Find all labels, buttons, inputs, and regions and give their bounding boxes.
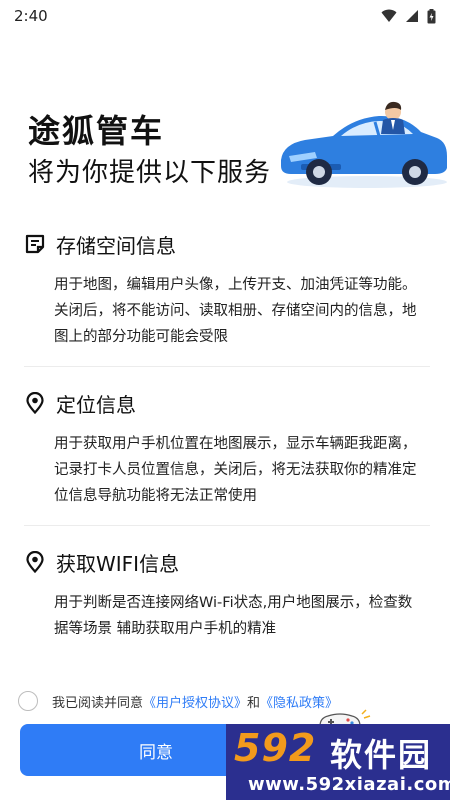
cellular-signal-icon bbox=[406, 10, 418, 22]
permission-storage: 存储空间信息 用于地图，编辑用户头像，上传开支、加油凭证等功能。关闭后，将不能访… bbox=[0, 222, 450, 350]
agreement-checkbox[interactable] bbox=[18, 691, 38, 711]
agreement-prefix: 我已阅读并同意 bbox=[52, 695, 144, 711]
hero-subtitle: 将为你提供以下服务 bbox=[28, 158, 272, 188]
section-description: 用于判断是否连接网络Wi-Fi状态,用户地图展示，检查数据等场景 辅助获取用户手… bbox=[54, 595, 413, 637]
hero-header: 途狐管车 将为你提供以下服务 bbox=[0, 90, 450, 200]
divider bbox=[24, 366, 430, 367]
permission-wifi: 获取WIFI信息 用于判断是否连接网络Wi-Fi状态,用户地图展示，检查数据等场… bbox=[0, 540, 450, 642]
battery-icon bbox=[427, 8, 436, 23]
site-watermark: 592 软件园 www.592xiazai.com bbox=[226, 724, 450, 800]
watermark-url: www.592xiazai.com bbox=[248, 774, 450, 795]
storage-icon bbox=[25, 234, 45, 254]
section-title: 存储空间信息 bbox=[56, 233, 176, 258]
section-description: 用于获取用户手机位置在地图展示，显示车辆距我距离，记录打卡人员位置信息，关闭后，… bbox=[54, 436, 417, 504]
car-driver-illustration bbox=[281, 101, 447, 188]
permissions-list[interactable]: 存储空间信息 用于地图，编辑用户头像，上传开支、加油凭证等功能。关闭后，将不能访… bbox=[0, 222, 450, 684]
status-time: 2:40 bbox=[14, 7, 48, 25]
section-title: 定位信息 bbox=[56, 392, 136, 417]
watermark-name: 软件园 bbox=[330, 736, 433, 774]
section-description: 用于地图，编辑用户头像，上传开支、加油凭证等功能。关闭后，将不能访问、读取相册、… bbox=[54, 277, 417, 345]
status-icons bbox=[381, 8, 436, 24]
app-title: 途狐管车 bbox=[28, 112, 165, 150]
agreement-and: 和 bbox=[247, 695, 261, 711]
permission-location: 定位信息 用于获取用户手机位置在地图展示，显示车辆距我距离，记录打卡人员位置信息… bbox=[0, 381, 450, 509]
location-icon bbox=[26, 392, 44, 414]
divider bbox=[24, 525, 430, 526]
agree-button-label: 同意 bbox=[139, 742, 173, 762]
status-bar: 2:40 bbox=[0, 0, 450, 32]
scroll-fade bbox=[0, 650, 450, 686]
watermark-logo: 592 bbox=[234, 726, 317, 770]
agreement-row: 我已阅读并同意 《用户授权协议》 和 《隐私政策》 bbox=[18, 688, 338, 714]
wifi-icon bbox=[381, 9, 397, 22]
user-agreement-link[interactable]: 《用户授权协议》 bbox=[143, 692, 247, 711]
section-title: 获取WIFI信息 bbox=[56, 551, 180, 576]
location-icon bbox=[26, 551, 44, 573]
